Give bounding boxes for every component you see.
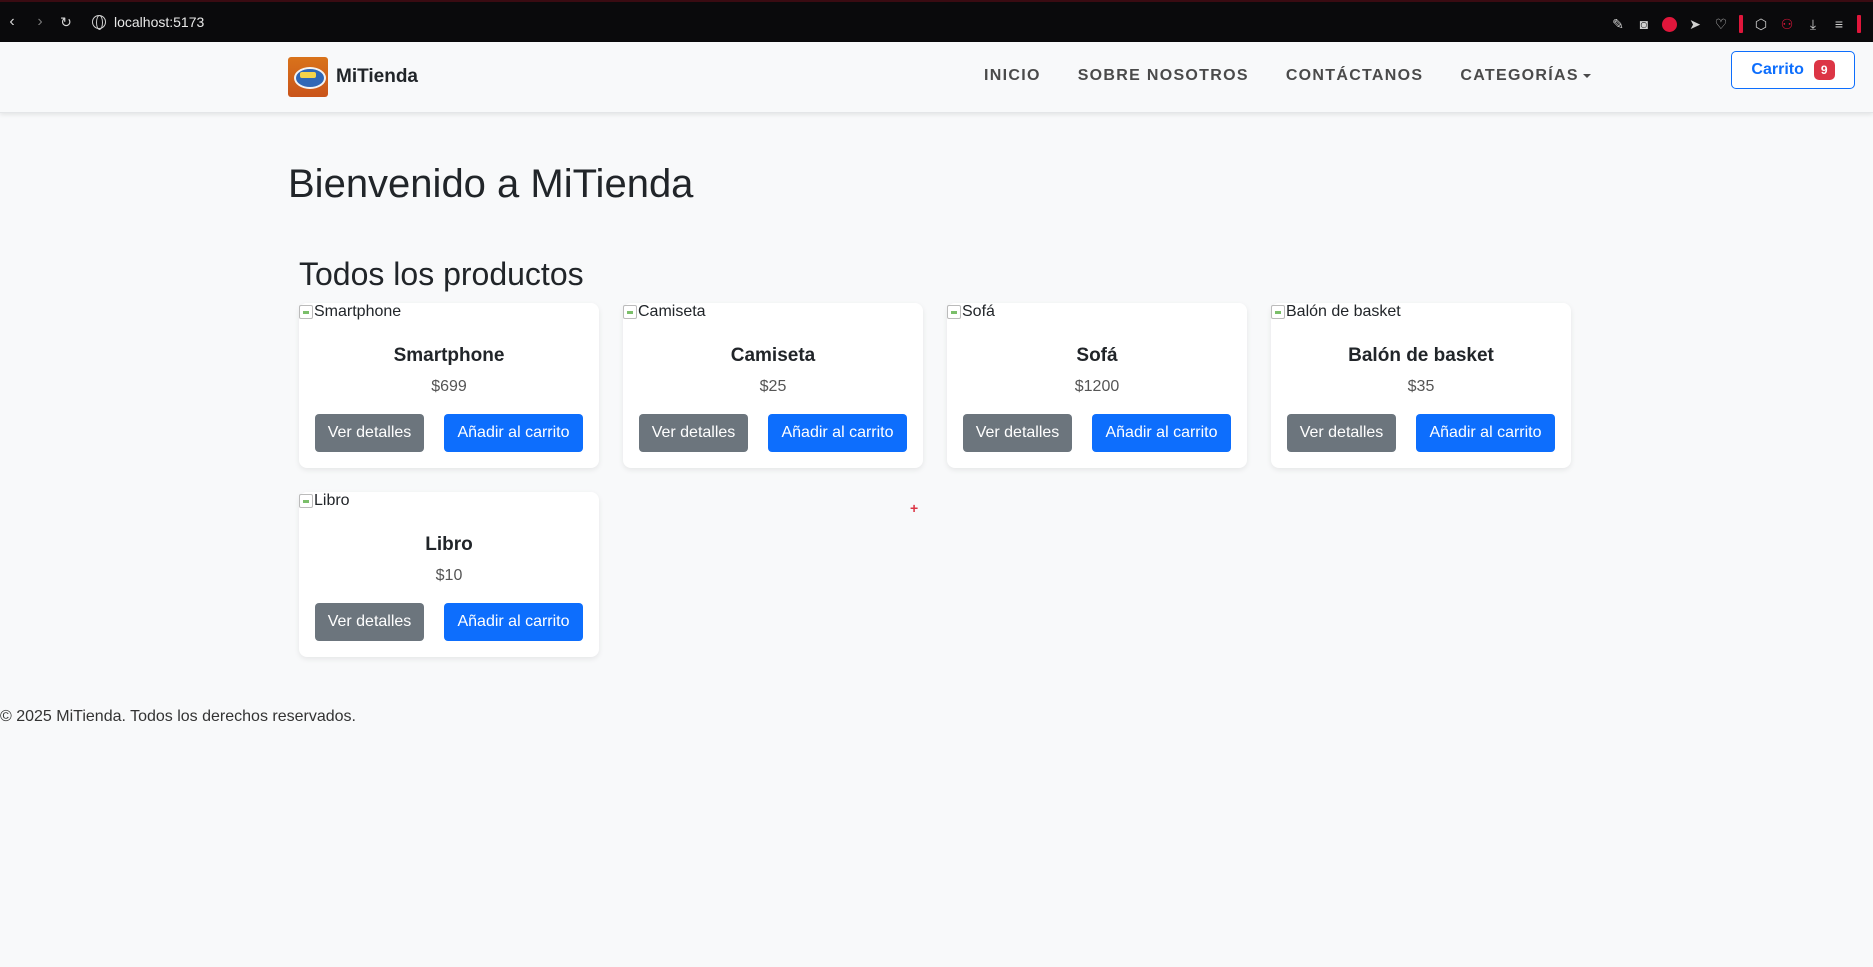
browser-toolbar: ‹ › ↻ localhost:5173 ✎ ◙ ➤ ♡ ⬡ ⚇ ⤓ ≡ — [0, 0, 1873, 42]
brand-link[interactable]: MiTienda — [288, 57, 418, 97]
add-to-cart-button[interactable]: Añadir al carrito — [444, 414, 583, 452]
add-to-cart-button[interactable]: Añadir al carrito — [1092, 414, 1231, 452]
nav-link-sobre-nosotros[interactable]: SOBRE NOSOTROS — [1078, 67, 1249, 85]
cart-button[interactable]: Carrito 9 — [1731, 51, 1855, 89]
add-to-cart-button[interactable]: Añadir al carrito — [444, 603, 583, 641]
divider-bar — [1739, 15, 1743, 33]
product-card: Smartphone Smartphone $699 Ver detalles … — [299, 303, 599, 468]
section-title: Todos los productos — [299, 256, 584, 292]
reload-icon[interactable]: ↻ — [58, 14, 74, 30]
product-image: Smartphone — [299, 303, 401, 321]
product-price: $35 — [1407, 378, 1435, 395]
product-card: Sofá Sofá $1200 Ver detalles Añadir al c… — [947, 303, 1247, 468]
forward-icon[interactable]: › — [32, 14, 48, 30]
product-price: $25 — [759, 378, 787, 395]
edge-bar — [1857, 15, 1861, 33]
broken-image-icon — [623, 305, 637, 319]
page-title: Bienvenido a MiTienda — [288, 162, 694, 206]
nav-link-contactanos[interactable]: CONTÁCTANOS — [1286, 67, 1424, 85]
send-icon[interactable]: ➤ — [1687, 16, 1703, 32]
back-icon[interactable]: ‹ — [4, 14, 20, 30]
product-image-alt: Sofá — [962, 303, 995, 320]
product-image-alt: Libro — [314, 492, 350, 509]
site-navbar: MiTienda INICIO SOBRE NOSOTROS CONTÁCTAN… — [0, 42, 1873, 113]
view-details-button[interactable]: Ver detalles — [963, 414, 1072, 452]
product-name: Sofá — [1076, 345, 1118, 366]
product-image: Sofá — [947, 303, 995, 321]
broken-image-icon — [299, 305, 313, 319]
product-image-alt: Camiseta — [638, 303, 706, 320]
menu-icon[interactable]: ≡ — [1831, 16, 1847, 32]
product-price: $10 — [435, 567, 463, 584]
crosshair-cursor-icon: + — [910, 500, 919, 516]
profile-icon[interactable]: ⚇ — [1779, 16, 1795, 32]
view-details-button[interactable]: Ver detalles — [315, 414, 424, 452]
nav-dropdown-categorias[interactable]: CATEGORÍAS — [1460, 67, 1591, 85]
brand-name: MiTienda — [336, 66, 418, 87]
product-card: Camiseta Camiseta $25 Ver detalles Añadi… — [623, 303, 923, 468]
broken-image-icon — [1271, 305, 1285, 319]
view-details-button[interactable]: Ver detalles — [1287, 414, 1396, 452]
address-text: localhost:5173 — [114, 14, 205, 30]
footer-text: © 2025 MiTienda. Todos los derechos rese… — [0, 708, 356, 725]
product-name: Balón de basket — [1348, 345, 1494, 366]
heart-icon[interactable]: ♡ — [1713, 16, 1729, 32]
broken-image-icon — [947, 305, 961, 319]
nav-link-inicio[interactable]: INICIO — [984, 67, 1041, 85]
product-card: Libro Libro $10 Ver detalles Añadir al c… — [299, 492, 599, 657]
camera-icon[interactable]: ◙ — [1636, 16, 1652, 32]
product-card: Balón de basket Balón de basket $35 Ver … — [1271, 303, 1571, 468]
product-price: $699 — [431, 378, 467, 395]
add-to-cart-button[interactable]: Añadir al carrito — [1416, 414, 1555, 452]
product-image: Camiseta — [623, 303, 706, 321]
product-image: Balón de basket — [1271, 303, 1401, 321]
caret-down-icon — [1582, 73, 1591, 78]
product-image-alt: Balón de basket — [1286, 303, 1401, 320]
product-image: Libro — [299, 492, 350, 510]
box-icon[interactable]: ⬡ — [1753, 16, 1769, 32]
download-icon[interactable]: ⤓ — [1805, 16, 1821, 32]
address-bar[interactable]: localhost:5173 — [92, 12, 204, 32]
shield-icon[interactable] — [1662, 16, 1677, 32]
product-name: Camiseta — [730, 345, 816, 366]
nav-links: INICIO SOBRE NOSOTROS CONTÁCTANOS CATEGO… — [984, 67, 1628, 85]
view-details-button[interactable]: Ver detalles — [315, 603, 424, 641]
extensions-bar: ✎ ◙ ➤ ♡ ⬡ ⚇ ⤓ ≡ — [1610, 15, 1861, 33]
categorias-label: CATEGORÍAS — [1460, 67, 1579, 84]
product-image-alt: Smartphone — [314, 303, 402, 320]
cart-count-badge: 9 — [1813, 60, 1835, 80]
add-to-cart-button[interactable]: Añadir al carrito — [768, 414, 907, 452]
product-price: $1200 — [1074, 378, 1120, 395]
view-details-button[interactable]: Ver detalles — [639, 414, 748, 452]
edit-icon[interactable]: ✎ — [1610, 16, 1626, 32]
cart-label: Carrito — [1751, 61, 1804, 78]
store-logo — [288, 57, 328, 97]
broken-image-icon — [299, 494, 313, 508]
product-name: Libro — [425, 534, 473, 555]
product-name: Smartphone — [393, 345, 505, 366]
globe-icon — [92, 15, 106, 30]
